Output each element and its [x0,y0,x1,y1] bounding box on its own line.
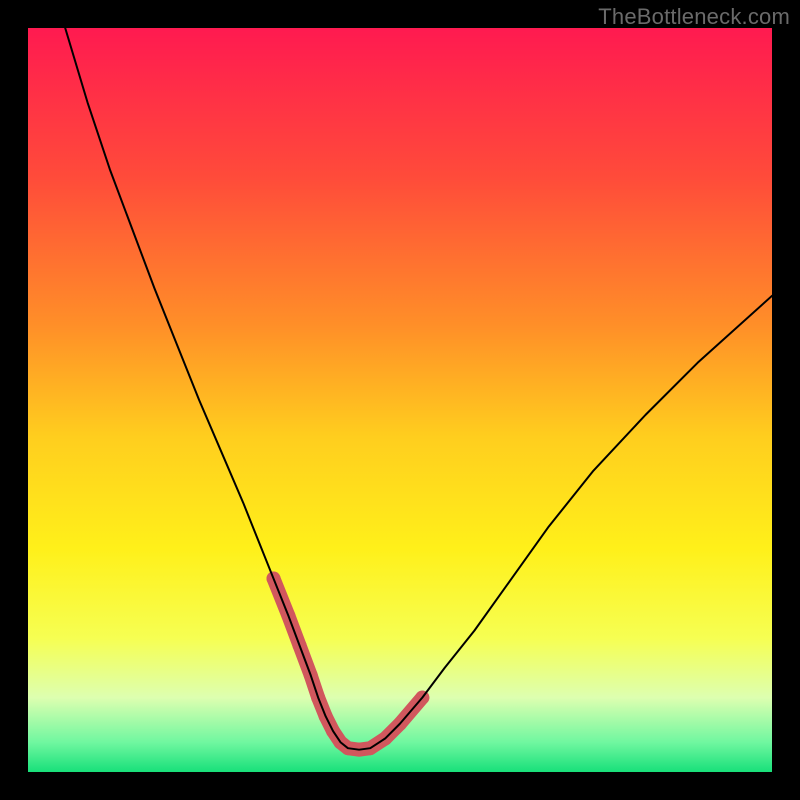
chart-frame: TheBottleneck.com [0,0,800,800]
chart-svg [28,28,772,772]
watermark-text: TheBottleneck.com [598,4,790,30]
plot-area [28,28,772,772]
